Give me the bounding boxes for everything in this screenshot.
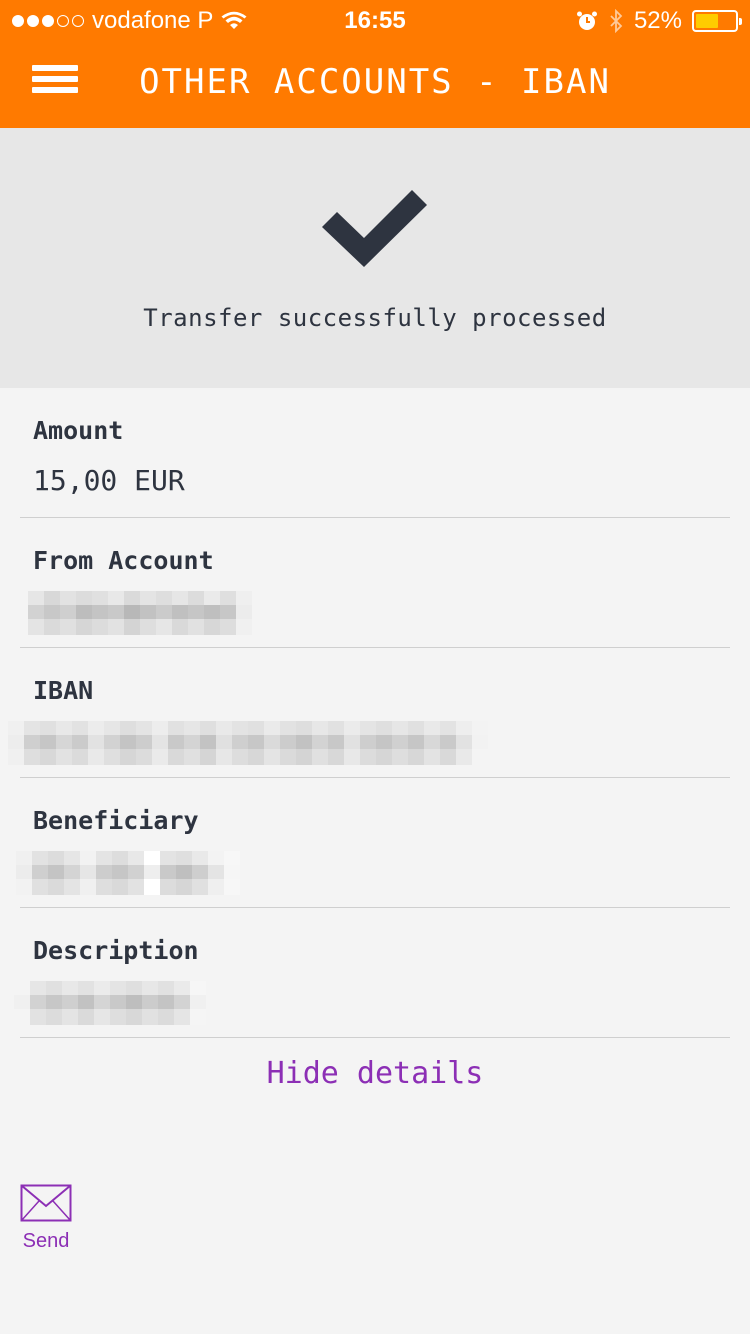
description-value-redacted xyxy=(14,980,206,1025)
send-button[interactable]: Send xyxy=(18,1184,74,1253)
send-label: Send xyxy=(22,1230,70,1252)
navigation-bar: OTHER ACCOUNTS - IBAN xyxy=(0,40,750,128)
beneficiary-value-redacted xyxy=(16,850,240,895)
page-title: OTHER ACCOUNTS - IBAN xyxy=(139,62,611,102)
amount-value: 15,00 EUR xyxy=(33,464,185,497)
from-account-value-redacted xyxy=(28,590,252,635)
success-message: Transfer successfully processed xyxy=(143,304,607,332)
beneficiary-field: Beneficiary xyxy=(16,778,730,908)
amount-label: Amount xyxy=(33,416,124,445)
checkmark-icon xyxy=(322,190,427,267)
status-bar: vodafone P 16:55 52% xyxy=(0,0,750,40)
envelope-icon xyxy=(20,1184,72,1222)
from-account-label: From Account xyxy=(33,546,214,575)
bluetooth-icon xyxy=(610,9,623,33)
success-panel: Transfer successfully processed xyxy=(0,128,750,388)
iban-field: IBAN xyxy=(8,648,730,778)
iban-value-redacted xyxy=(8,720,488,765)
from-account-field: From Account xyxy=(20,518,730,648)
alarm-icon xyxy=(576,11,597,30)
amount-field: Amount 15,00 EUR xyxy=(20,388,730,518)
battery-percentage: 52% xyxy=(633,7,682,34)
description-label: Description xyxy=(33,936,199,965)
description-field: Description xyxy=(14,908,730,1038)
hide-details-link[interactable]: Hide details xyxy=(0,1056,750,1091)
beneficiary-label: Beneficiary xyxy=(33,806,199,835)
status-icons: 52% xyxy=(576,7,742,35)
battery-icon xyxy=(692,10,742,32)
iban-label: IBAN xyxy=(33,676,94,705)
